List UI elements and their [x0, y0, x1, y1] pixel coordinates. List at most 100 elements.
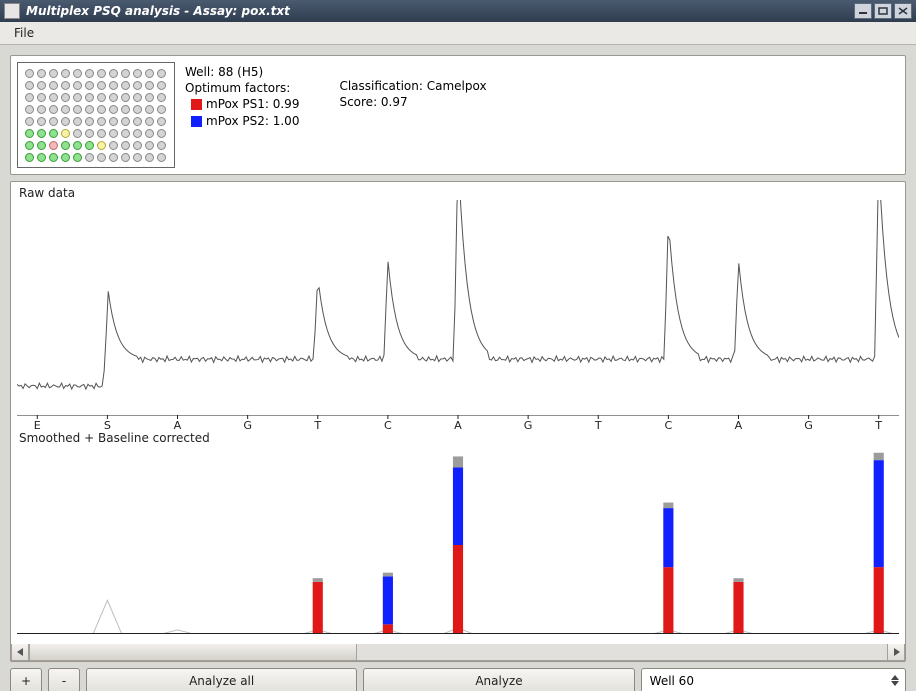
- well-cell[interactable]: [49, 69, 58, 78]
- well-cell[interactable]: [121, 93, 130, 102]
- well-cell[interactable]: [49, 81, 58, 90]
- well-cell[interactable]: [61, 153, 70, 162]
- well-cell[interactable]: [133, 105, 142, 114]
- well-cell[interactable]: [121, 141, 130, 150]
- well-cell[interactable]: [25, 93, 34, 102]
- well-cell[interactable]: [73, 141, 82, 150]
- well-cell[interactable]: [61, 105, 70, 114]
- well-cell[interactable]: [37, 93, 46, 102]
- well-cell[interactable]: [133, 93, 142, 102]
- well-cell[interactable]: [85, 153, 94, 162]
- well-cell[interactable]: [37, 105, 46, 114]
- well-cell[interactable]: [97, 81, 106, 90]
- well-cell[interactable]: [37, 153, 46, 162]
- well-cell[interactable]: [97, 117, 106, 126]
- well-cell[interactable]: [61, 141, 70, 150]
- well-cell[interactable]: [157, 81, 166, 90]
- well-cell[interactable]: [157, 153, 166, 162]
- well-cell[interactable]: [157, 69, 166, 78]
- well-cell[interactable]: [121, 69, 130, 78]
- well-cell[interactable]: [145, 105, 154, 114]
- well-cell[interactable]: [61, 129, 70, 138]
- well-cell[interactable]: [25, 141, 34, 150]
- well-cell[interactable]: [73, 69, 82, 78]
- menu-file[interactable]: File: [8, 24, 40, 42]
- well-plate[interactable]: [17, 62, 175, 168]
- well-cell[interactable]: [109, 153, 118, 162]
- well-cell[interactable]: [109, 141, 118, 150]
- well-cell[interactable]: [25, 69, 34, 78]
- well-cell[interactable]: [121, 129, 130, 138]
- well-cell[interactable]: [133, 129, 142, 138]
- well-cell[interactable]: [61, 69, 70, 78]
- well-cell[interactable]: [61, 117, 70, 126]
- well-cell[interactable]: [97, 129, 106, 138]
- well-cell[interactable]: [109, 117, 118, 126]
- well-cell[interactable]: [145, 81, 154, 90]
- well-cell[interactable]: [157, 129, 166, 138]
- well-cell[interactable]: [97, 93, 106, 102]
- well-cell[interactable]: [61, 81, 70, 90]
- well-cell[interactable]: [61, 93, 70, 102]
- well-cell[interactable]: [73, 105, 82, 114]
- well-cell[interactable]: [25, 129, 34, 138]
- well-cell[interactable]: [85, 105, 94, 114]
- well-cell[interactable]: [73, 81, 82, 90]
- well-cell[interactable]: [133, 141, 142, 150]
- well-cell[interactable]: [133, 69, 142, 78]
- analyze-all-button[interactable]: Analyze all: [86, 668, 357, 691]
- well-cell[interactable]: [37, 129, 46, 138]
- well-cell[interactable]: [25, 105, 34, 114]
- well-cell[interactable]: [133, 153, 142, 162]
- well-cell[interactable]: [109, 93, 118, 102]
- well-cell[interactable]: [97, 105, 106, 114]
- well-cell[interactable]: [97, 141, 106, 150]
- scroll-right-button[interactable]: [887, 644, 904, 660]
- scroll-left-button[interactable]: [12, 644, 29, 660]
- well-cell[interactable]: [145, 141, 154, 150]
- well-cell[interactable]: [37, 69, 46, 78]
- well-cell[interactable]: [49, 93, 58, 102]
- raw-chart[interactable]: [17, 200, 899, 415]
- well-cell[interactable]: [157, 105, 166, 114]
- well-cell[interactable]: [73, 129, 82, 138]
- well-cell[interactable]: [85, 81, 94, 90]
- well-cell[interactable]: [73, 117, 82, 126]
- well-cell[interactable]: [121, 81, 130, 90]
- close-button[interactable]: [894, 3, 912, 19]
- well-cell[interactable]: [121, 105, 130, 114]
- well-cell[interactable]: [37, 117, 46, 126]
- well-cell[interactable]: [109, 81, 118, 90]
- smoothed-chart[interactable]: [17, 445, 899, 638]
- well-cell[interactable]: [85, 129, 94, 138]
- chart-horizontal-scrollbar[interactable]: [11, 644, 905, 661]
- well-cell[interactable]: [145, 69, 154, 78]
- well-cell[interactable]: [85, 93, 94, 102]
- well-cell[interactable]: [49, 117, 58, 126]
- scroll-track[interactable]: [29, 644, 887, 660]
- well-cell[interactable]: [85, 117, 94, 126]
- well-cell[interactable]: [49, 129, 58, 138]
- well-cell[interactable]: [37, 81, 46, 90]
- well-cell[interactable]: [25, 81, 34, 90]
- well-cell[interactable]: [145, 129, 154, 138]
- well-cell[interactable]: [157, 117, 166, 126]
- well-cell[interactable]: [157, 141, 166, 150]
- well-select[interactable]: Well 60: [641, 668, 906, 691]
- well-cell[interactable]: [157, 93, 166, 102]
- zoom-in-button[interactable]: +: [10, 668, 42, 691]
- well-cell[interactable]: [97, 69, 106, 78]
- well-cell[interactable]: [145, 117, 154, 126]
- well-cell[interactable]: [109, 129, 118, 138]
- well-cell[interactable]: [25, 153, 34, 162]
- well-cell[interactable]: [145, 153, 154, 162]
- well-cell[interactable]: [49, 105, 58, 114]
- well-cell[interactable]: [133, 117, 142, 126]
- well-cell[interactable]: [73, 93, 82, 102]
- well-cell[interactable]: [121, 153, 130, 162]
- well-cell[interactable]: [73, 153, 82, 162]
- zoom-out-button[interactable]: -: [48, 668, 80, 691]
- well-cell[interactable]: [109, 105, 118, 114]
- well-cell[interactable]: [85, 69, 94, 78]
- well-cell[interactable]: [37, 141, 46, 150]
